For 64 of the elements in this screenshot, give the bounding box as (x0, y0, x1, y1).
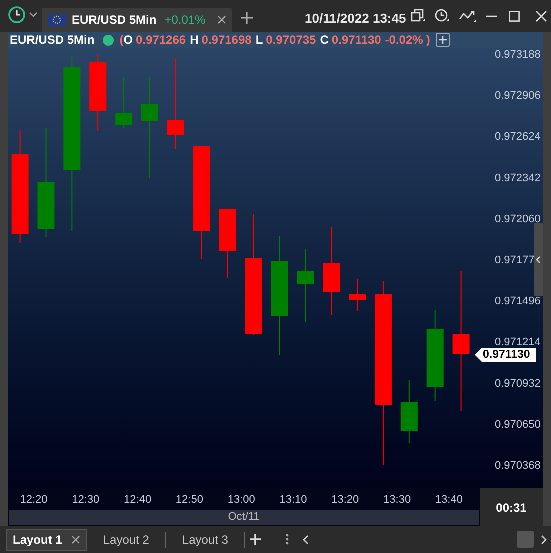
close-tab-icon[interactable] (218, 16, 226, 24)
add-layout-icon[interactable] (250, 534, 262, 545)
time-label: 13:20 (332, 493, 360, 508)
axis-label: 0.972342 (495, 172, 541, 184)
more-icon[interactable] (286, 534, 290, 545)
ohlc-label: H (190, 32, 199, 49)
chevron-left-icon[interactable] (303, 534, 310, 544)
candlestick (116, 77, 133, 128)
date-bar: Oct/11 (9, 510, 479, 525)
candlestick (349, 279, 366, 311)
chart-tab[interactable]: EUR/USD 5Min +0.01% (42, 8, 232, 32)
ohlc-value: 0.970735 (266, 32, 316, 49)
change-value: -0.02% (385, 32, 424, 49)
current-price-tag: 0.971130 (475, 348, 536, 362)
axis-label: 0.973188 (495, 49, 541, 61)
windows-icon[interactable] (411, 9, 426, 23)
maximize-icon[interactable] (509, 10, 520, 22)
candlestick (219, 209, 236, 278)
ohlc-label: C (320, 32, 329, 49)
close-tab-icon[interactable] (72, 536, 80, 544)
axis-label: 0.971214 (495, 336, 541, 349)
scroll-handle[interactable] (534, 223, 543, 296)
flag-icon (48, 14, 66, 26)
axis-label: 0.972906 (495, 90, 541, 102)
axis-label: 0.970368 (495, 460, 541, 472)
date-time: 10/11/2022 13:45 (305, 10, 406, 28)
ohlc-label: L (256, 32, 264, 49)
symbol-label: EUR/USD 5Min (10, 32, 95, 49)
time-label: 12:20 (20, 493, 48, 508)
time-label: 13:10 (280, 493, 308, 508)
bracket-label: ( (120, 32, 124, 49)
time-label: 13:40 (435, 493, 463, 508)
axis-label: 0.971496 (495, 296, 541, 308)
ohlc-value: 0.971266 (136, 32, 186, 49)
layout-tab[interactable]: Layout 1 (6, 528, 88, 550)
tab-label: EUR/USD 5Min (72, 12, 157, 29)
trend-icon[interactable] (459, 9, 477, 23)
axis-label: 0.972624 (495, 131, 541, 144)
layout-tab[interactable]: Layout 3 (166, 528, 244, 550)
add-tab-icon[interactable] (240, 12, 253, 24)
layout-tab[interactable]: Layout 2 (87, 528, 166, 550)
candlestick (400, 380, 418, 443)
close-icon[interactable] (536, 10, 547, 22)
time-label: 12:40 (124, 493, 152, 508)
clock-icon[interactable] (435, 9, 450, 23)
axis-label: 0.97177 (495, 254, 535, 266)
time-label: 12:50 (176, 493, 204, 508)
axis-label: 0.972060 (495, 213, 541, 226)
caret-icon[interactable] (29, 12, 38, 18)
time-label: 13:00 (228, 493, 256, 508)
axis-label: 0.970650 (495, 418, 541, 431)
chevron-right-icon[interactable] (541, 534, 548, 544)
axis-label: 0.970932 (495, 378, 541, 390)
scroll-thumb[interactable] (517, 531, 534, 548)
ohlc-value: 0.971130 (332, 32, 382, 49)
ohlc-value: 0.971698 (202, 32, 252, 49)
change-label: +0.01% (164, 12, 206, 29)
time-label: 12:30 (72, 493, 100, 508)
add-indicator-button[interactable] (436, 33, 450, 47)
ohlc-label: O (124, 32, 134, 49)
clock-icon[interactable] (8, 6, 26, 24)
time-label: 13:30 (384, 493, 412, 508)
chevron-left-icon[interactable] (536, 256, 541, 264)
bracket-label: ) (426, 32, 430, 49)
